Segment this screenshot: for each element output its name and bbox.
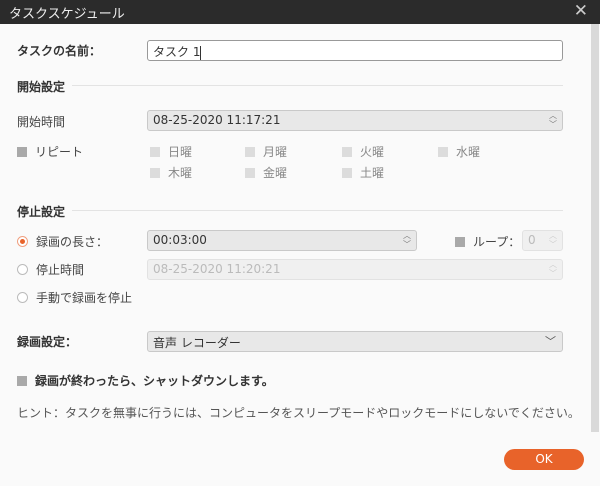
- day-monday[interactable]: 月曜: [245, 143, 287, 160]
- task-name-label: タスクの名前：: [17, 44, 102, 58]
- day-thursday[interactable]: 木曜: [150, 164, 192, 181]
- day-sunday[interactable]: 日曜: [150, 143, 192, 160]
- start-time-input[interactable]: 08-25-2020 11:17:21 ︿ ﹀: [147, 110, 563, 131]
- hint-text: ヒント：タスクを無事に行うには、コンピュータをスリープモードやロックモードにしな…: [17, 406, 580, 420]
- task-name-value: タスク 1: [153, 45, 201, 59]
- manual-stop-label: 手動で録画を停止: [36, 291, 133, 305]
- start-time-value: 08-25-2020 11:17:21: [153, 113, 281, 127]
- duration-radio[interactable]: 録画の長さ：: [17, 233, 108, 250]
- loop-label: ループ：: [473, 235, 521, 249]
- window-title: タスクスケジュール: [9, 7, 125, 22]
- spinner-icon[interactable]: ︿ ﹀: [403, 231, 411, 249]
- title-bar: タスクスケジュール: [0, 0, 600, 24]
- divider: [72, 85, 563, 86]
- day-wednesday[interactable]: 水曜: [438, 143, 480, 160]
- loop-input[interactable]: 0 ︿ ﹀: [522, 230, 563, 251]
- radio-icon[interactable]: [17, 264, 28, 275]
- task-name-input[interactable]: タスク 1: [147, 40, 563, 61]
- duration-value: 00:03:00: [153, 233, 207, 247]
- recording-settings-label: 録画設定：: [17, 335, 78, 349]
- ok-button[interactable]: OK: [504, 449, 584, 470]
- recording-settings-select[interactable]: 音声 レコーダー ﹀: [147, 331, 563, 352]
- loop-checkbox[interactable]: ループ：: [455, 233, 520, 250]
- loop-value: 0: [528, 233, 536, 247]
- day-saturday[interactable]: 土曜: [342, 164, 384, 181]
- day-friday[interactable]: 金曜: [245, 164, 287, 181]
- checkbox-icon[interactable]: [17, 375, 27, 386]
- radio-icon[interactable]: [17, 292, 28, 303]
- day-tuesday[interactable]: 火曜: [342, 143, 384, 160]
- repeat-label: リピート: [35, 145, 84, 159]
- stop-time-input[interactable]: 08-25-2020 11:20:21 ︿ ﹀: [147, 259, 563, 280]
- stop-time-radio[interactable]: 停止時間: [17, 261, 84, 278]
- stop-time-label: 停止時間: [36, 263, 85, 277]
- start-time-label: 開始時間: [17, 115, 66, 129]
- divider: [72, 210, 563, 211]
- stop-section-title: 停止設定: [17, 205, 66, 219]
- shutdown-label: 録画が終わったら、シャットダウンします。: [35, 374, 274, 388]
- radio-icon[interactable]: [17, 236, 28, 247]
- duration-input[interactable]: 00:03:00 ︿ ﹀: [147, 230, 417, 251]
- spinner-icon[interactable]: ︿ ﹀: [549, 111, 557, 129]
- scrollbar[interactable]: [591, 24, 599, 432]
- spinner-icon[interactable]: ︿ ﹀: [549, 231, 557, 249]
- chevron-down-icon: ﹀: [545, 335, 556, 348]
- duration-label: 録画の長さ：: [36, 235, 109, 249]
- close-icon[interactable]: ✕: [574, 1, 588, 21]
- spinner-icon[interactable]: ︿ ﹀: [549, 260, 557, 278]
- start-section-title: 開始設定: [17, 80, 66, 94]
- stop-time-value: 08-25-2020 11:20:21: [153, 262, 281, 276]
- manual-stop-radio[interactable]: 手動で録画を停止: [17, 289, 132, 306]
- recording-value: 音声 レコーダー: [153, 336, 241, 350]
- shutdown-checkbox[interactable]: 録画が終わったら、シャットダウンします。: [17, 372, 274, 389]
- checkbox-icon[interactable]: [17, 146, 27, 157]
- repeat-checkbox[interactable]: リピート: [17, 143, 83, 160]
- checkbox-icon[interactable]: [455, 236, 465, 247]
